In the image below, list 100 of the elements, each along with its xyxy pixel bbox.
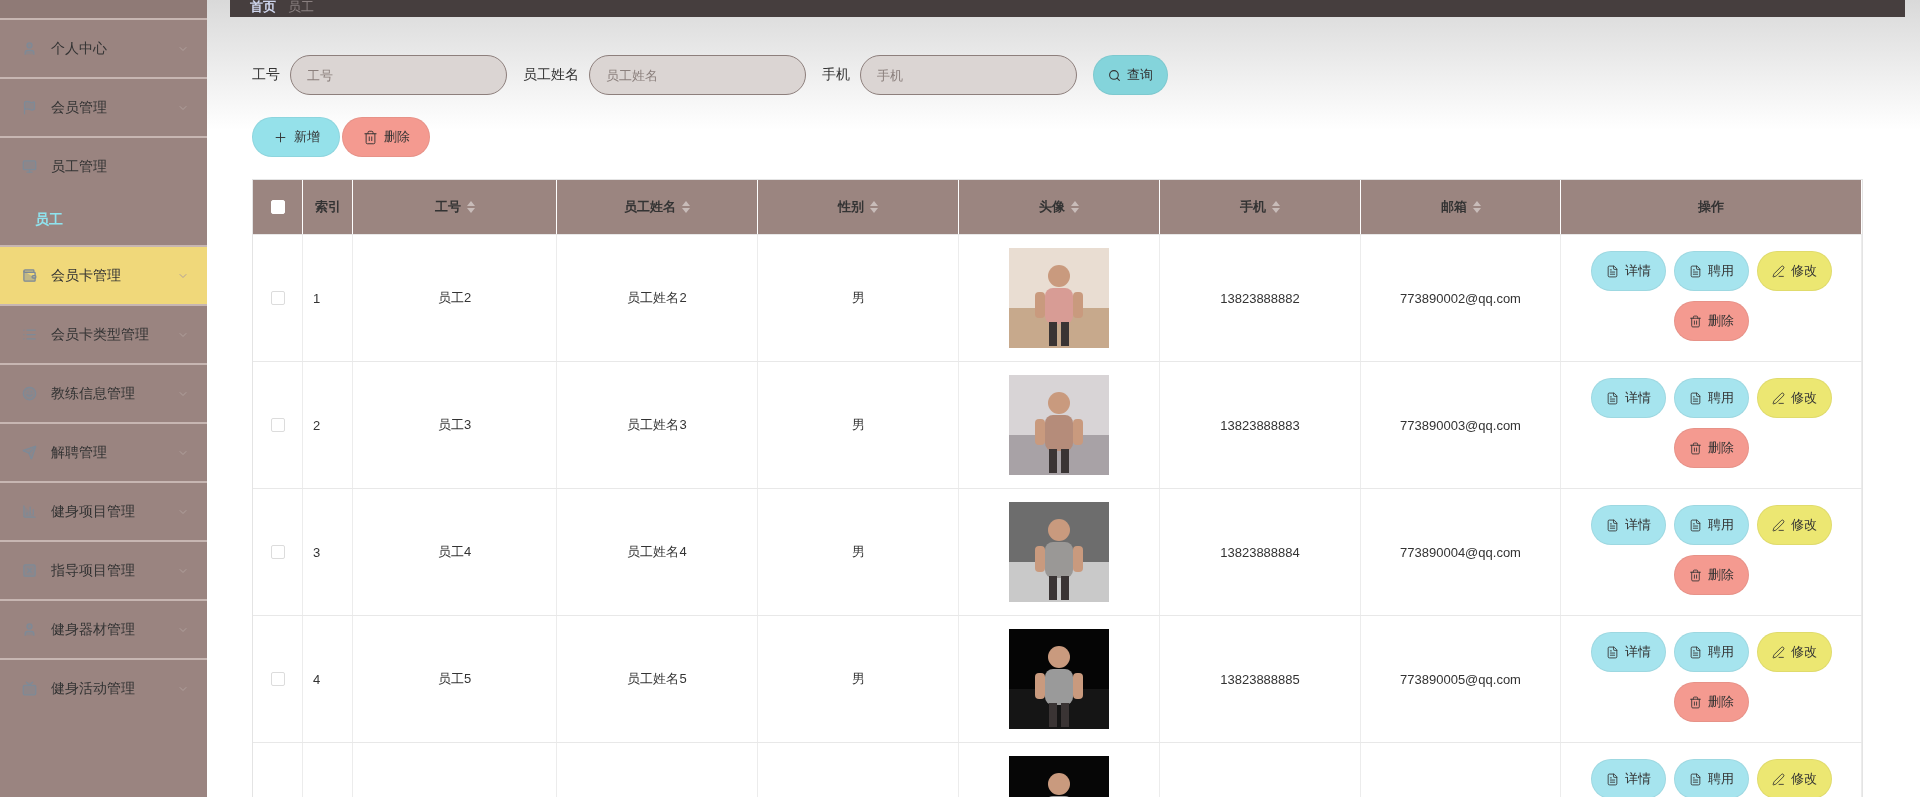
table-cell: 员工姓名5 [627,670,687,688]
sort-icon[interactable] [1071,201,1079,213]
delete-button[interactable]: 删除 [1673,428,1749,468]
trash-icon [1688,568,1702,582]
table-cell: 男 [851,416,865,434]
search-icon [1108,68,1121,82]
delete-button[interactable]: 删除 [1673,555,1749,595]
document-icon [1605,391,1619,405]
row-checkbox[interactable] [270,545,285,559]
column-header[interactable]: 员工姓名 [624,198,676,216]
table-cell: 员工姓名3 [627,416,687,434]
pen-icon [1771,391,1785,405]
table-cell: 员工3 [437,416,472,434]
field-label: 员工姓名 [523,66,579,84]
row-checkbox[interactable] [270,418,285,432]
column-header[interactable]: 头像 [1039,198,1065,216]
table-cell: 1 [313,290,321,306]
column-header[interactable]: 手机 [1240,198,1266,216]
edit-button[interactable]: 修改 [1756,505,1832,545]
detail-button[interactable]: 详情 [1590,632,1666,672]
detail-button[interactable]: 详情 [1590,251,1666,291]
menu-icon [22,445,37,460]
column-header[interactable]: 性别 [838,198,864,216]
table-cell: 773890003@qq.com [1400,417,1521,433]
row-checkbox[interactable] [270,291,285,305]
trash-icon [362,129,378,145]
table-cell: 男 [851,670,865,688]
search-button[interactable]: 查询 [1093,55,1168,95]
sort-icon[interactable] [1472,201,1481,213]
table-cell: 773890004@qq.com [1400,544,1521,560]
sort-icon[interactable] [682,201,690,213]
table-cell: 男 [851,289,865,307]
menu-icon [22,159,37,174]
delete-button[interactable]: 删除 [1673,301,1749,341]
trash-icon [1688,441,1702,455]
delete-button[interactable]: 删除 [1673,682,1749,722]
add-button[interactable]: 新增 [252,117,340,157]
sort-icon[interactable] [1272,201,1280,213]
table-cell: 员工姓名4 [627,543,687,561]
pen-icon [1771,772,1785,786]
menu-icon [22,327,37,342]
search-field[interactable]: 员工姓名 [589,55,806,95]
select-all-checkbox[interactable] [270,200,285,214]
hire-button[interactable]: 聘用 [1673,505,1749,545]
document-icon [1605,264,1619,278]
menu-icon [22,41,37,56]
document-icon [1688,645,1702,659]
hire-button[interactable]: 聘用 [1673,759,1749,797]
trash-icon [1688,314,1702,328]
table-cell: 773890002@qq.com [1400,290,1521,306]
hire-button[interactable]: 聘用 [1673,251,1749,291]
breadcrumb-item[interactable]: 首页 [250,0,276,14]
trash-icon [1688,695,1702,709]
pen-icon [1771,645,1785,659]
document-icon [1605,772,1619,786]
sort-icon[interactable] [870,201,878,213]
pen-icon [1771,518,1785,532]
document-icon [1688,518,1702,532]
table-cell: 13823888885 [1220,671,1300,687]
document-icon [1688,772,1702,786]
edit-button[interactable]: 修改 [1756,251,1832,291]
search-field[interactable]: 手机 [860,55,1077,95]
hire-button[interactable]: 聘用 [1673,378,1749,418]
detail-button[interactable]: 详情 [1590,759,1666,797]
row-checkbox[interactable] [270,672,285,686]
menu-icon [22,681,37,696]
menu-icon [22,268,37,283]
document-icon [1605,518,1619,532]
column-header: 操作 [1698,198,1724,216]
detail-button[interactable]: 详情 [1590,378,1666,418]
table-cell: 2 [313,417,321,433]
table-cell: 3 [313,544,321,560]
delete-button[interactable]: 删除 [342,117,430,157]
field-label: 工号 [252,66,280,84]
document-icon [1605,645,1619,659]
column-header: 索引 [314,198,341,216]
plus-icon [272,129,288,145]
column-header[interactable]: 工号 [434,198,461,216]
column-header[interactable]: 邮箱 [1440,198,1467,216]
table-cell: 13823888883 [1220,417,1300,433]
table-cell: 男 [851,543,865,561]
menu-icon [22,386,37,401]
edit-button[interactable]: 修改 [1756,759,1832,797]
menu-icon [22,504,37,519]
sidebar-item[interactable]: 会员卡管理 [0,245,207,304]
table-cell: 员工4 [437,543,472,561]
document-icon [1688,264,1702,278]
hire-button[interactable]: 聘用 [1673,632,1749,672]
table-cell: 13823888884 [1220,544,1300,560]
field-label: 手机 [822,66,850,84]
menu-icon [22,622,37,637]
table-cell: 员工2 [437,289,472,307]
search-field[interactable]: 工号 [290,55,507,95]
table-cell: 员工5 [437,670,472,688]
edit-button[interactable]: 修改 [1756,632,1832,672]
sort-icon[interactable] [466,201,475,213]
table-cell: 员工姓名2 [627,289,687,307]
edit-button[interactable]: 修改 [1756,378,1832,418]
detail-button[interactable]: 详情 [1590,505,1666,545]
table-cell: 13823888882 [1220,290,1300,306]
